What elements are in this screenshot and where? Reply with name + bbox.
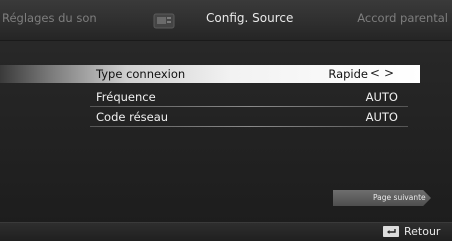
menu-row-label: Fréquence [96, 90, 156, 104]
menu-row-value: AUTO [365, 90, 398, 104]
left-right-arrows-icon[interactable]: <> [370, 66, 398, 80]
menu-row-label: Type connexion [96, 67, 186, 81]
back-label[interactable]: Retour [404, 225, 440, 238]
tab-divider [0, 40, 452, 41]
row-separator [90, 106, 408, 107]
menu-row-label: Code réseau [96, 110, 169, 124]
tv-menu-screen: Réglages du son Config. Source Accord pa… [0, 0, 452, 241]
menu-row-value: Rapide [328, 67, 368, 81]
menu-row-network-code[interactable]: Code réseau AUTO [0, 108, 420, 126]
tab-source-config[interactable]: Config. Source [206, 11, 293, 25]
menu-row-frequency[interactable]: Fréquence AUTO [0, 88, 420, 106]
next-page-button[interactable]: Page suivante [333, 190, 431, 206]
menu-row-value: AUTO [365, 110, 398, 124]
tab-parental-control[interactable]: Accord parental [357, 11, 448, 25]
tab-sound-settings[interactable]: Réglages du son [2, 11, 97, 25]
return-key-icon[interactable] [383, 226, 399, 237]
tab-bar: Réglages du son Config. Source Accord pa… [0, 0, 452, 40]
menu-row-connection-type[interactable]: Type connexion Rapide <> [0, 65, 420, 83]
row-separator [90, 126, 408, 127]
source-icon [153, 13, 175, 29]
next-page-label: Page suivante [373, 193, 426, 202]
